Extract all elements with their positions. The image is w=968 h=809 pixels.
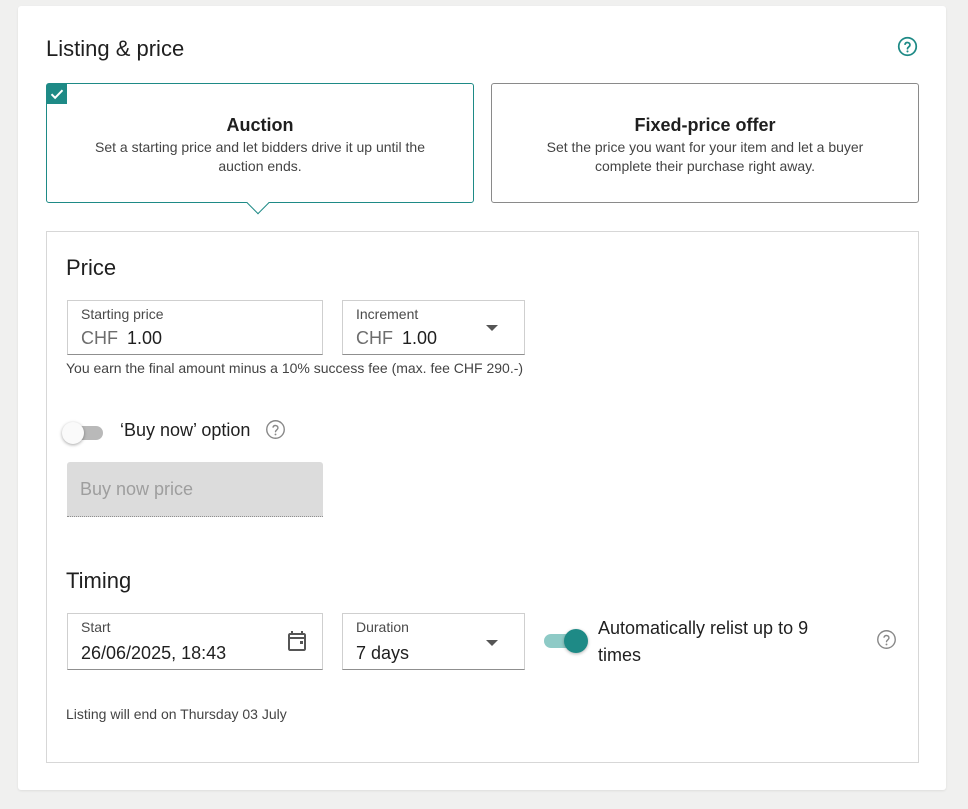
auction-description: Set a starting price and let bidders dri… [95,139,425,174]
timing-section-title: Timing [66,568,132,593]
increment-value: 1.00 [402,328,438,348]
start-date-input[interactable]: Start 26/06/2025, 18:43 [67,613,323,670]
starting-price-label: Starting price [81,306,164,322]
price-section-title: Price [66,255,117,280]
increment-value-row: CHF 1.00 [356,328,437,349]
starting-price-value: 1.00 [127,328,163,348]
auction-settings-panel: Price Starting price CHF 1.00 Increment C… [46,231,919,763]
caret-down-icon [486,325,498,331]
check-icon [47,84,67,104]
auto-relist-toggle[interactable] [544,629,590,653]
fixed-price-option[interactable]: Fixed-price offer Set the price you want… [491,83,919,203]
fixed-price-title: Fixed-price offer [634,115,776,135]
help-icon[interactable] [876,629,897,650]
duration-label: Duration [356,619,409,635]
fee-note: You earn the final amount minus a 10% su… [66,360,524,376]
starting-price-value-row: CHF 1.00 [81,328,162,349]
duration-value: 7 days [356,643,410,663]
buy-now-toggle[interactable] [62,422,108,444]
toggle-knob [62,422,84,444]
calendar-icon[interactable] [285,629,309,653]
auto-relist-label: Automatically relist up to 9 times [598,618,809,665]
buy-now-placeholder: Buy now price [80,479,194,499]
increment-label: Increment [356,306,419,322]
toggle-knob [564,629,588,653]
duration-select[interactable]: Duration 7 days [342,613,525,670]
buy-now-price-input: Buy now price [67,462,323,517]
buy-now-label: ‘Buy now’ option [120,420,251,440]
auction-option[interactable]: Auction Set a starting price and let bid… [46,83,474,215]
increment-select[interactable]: Increment CHF 1.00 [342,300,525,355]
currency-prefix: CHF [81,328,118,348]
card-title: Listing & price [46,36,185,61]
fixed-price-description: Set the price you want for your item and… [546,139,864,174]
caret-down-icon [486,640,498,646]
listing-end-note: Listing will end on Thursday 03 July [66,706,287,722]
start-value: 26/06/2025, 18:43 [81,643,227,663]
auction-title: Auction [226,115,294,135]
start-label: Start [81,619,111,635]
selection-pointer [246,191,270,215]
currency-prefix: CHF [356,328,393,348]
help-icon[interactable] [265,419,286,440]
starting-price-input[interactable]: Starting price CHF 1.00 [67,300,323,355]
help-icon[interactable] [897,36,918,57]
listing-price-card: Listing & price Auction Set a starting p… [18,6,946,790]
